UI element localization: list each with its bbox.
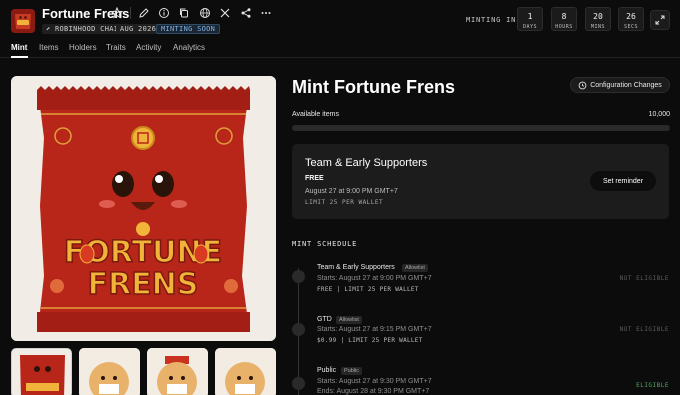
expand-icon [655,15,665,25]
countdown-unit: DAYS [522,24,538,30]
thumbnail-item[interactable] [79,348,140,395]
header-divider [130,7,131,19]
info-icon[interactable] [157,6,171,20]
mint-schedule-title: MINT SCHEDULE [292,240,358,248]
schedule-phase-name: Public [317,367,337,374]
share-icon[interactable] [239,6,253,20]
eligibility-status: ELIGIBLE [636,382,669,389]
chain-tag: ⬈ ROBINHOOD CHAIN [42,24,127,34]
countdown-days: 1 DAYS [517,7,543,31]
available-items-label: Available items [292,111,339,118]
schedule-phase-start: Starts: August 27 at 9:00 PM GMT+7 [317,275,432,282]
mint-title: Mint Fortune Frens [292,77,455,97]
schedule-phase-start: Starts: August 27 at 9:15 PM GMT+7 [317,326,432,333]
more-icon[interactable] [259,6,273,20]
thumbnail-item[interactable] [11,348,72,395]
schedule-phase-name: GTD [317,316,332,323]
schedule-phase-name: Team & Early Supporters [317,264,395,271]
collection-tabs: Mint Items Holders Traits Activity Analy… [0,40,680,58]
active-tab-indicator [11,56,28,58]
tab-mint[interactable]: Mint [11,43,27,52]
phase-title: Team & Early Supporters [305,157,428,169]
phase-price: FREE [305,175,324,182]
schedule-phase-end: Ends: August 28 at 9:30 PM GMT+7 [317,388,430,395]
available-items-value: 10,000 [648,111,670,118]
tab-analytics[interactable]: Analytics [173,43,205,52]
artwork-line2: FRENS [88,267,199,302]
schedule-phase-details: FREE | LIMIT 25 PER WALLET [317,286,419,293]
countdown-value: 20 [593,12,603,21]
countdown-value: 8 [561,12,567,21]
phase-limit: LIMIT 25 PER WALLET [305,199,384,206]
set-reminder-button[interactable]: Set reminder [590,171,656,191]
collection-header: Fortune Frens ⬈ ROBINHOOD CHAIN AUG 2026… [0,0,680,38]
countdown-mins: 20 MINS [585,7,611,31]
configuration-changes-label: Configuration Changes [590,81,662,89]
x-logo-icon[interactable] [218,6,232,20]
countdown-value: 26 [626,12,636,21]
countdown-unit: HOURS [555,24,573,30]
phase-type-badge: Allowlist [402,264,428,272]
countdown-unit: MINS [590,24,606,30]
phase-type-badge: Public [341,367,362,375]
schedule-phase-details: $0.99 | LIMIT 25 PER WALLET [317,337,423,344]
globe-icon[interactable] [198,6,212,20]
schedule-phase-start: Starts: August 27 at 9:30 PM GMT+7 [317,378,432,385]
configuration-changes-button[interactable]: Configuration Changes [570,77,670,93]
tab-holders[interactable]: Holders [69,43,97,52]
timeline-dot [292,377,305,390]
timeline-dot [292,323,305,336]
status-badge: MINTING SOON [156,24,221,34]
date-tag: AUG 2026 [116,24,161,34]
eligibility-status: NOT ELIGIBLE [619,275,669,282]
phase-type-badge: Allowlist [336,316,362,324]
minting-in-label: MINTING IN [466,16,517,24]
collection-main-image[interactable]: FORTUNE FRENS [11,76,276,341]
current-phase-card: Team & Early Supporters FREE August 27 a… [292,144,669,219]
chain-tag-label: ROBINHOOD CHAIN [55,25,123,33]
countdown-secs: 26 SECS [618,7,644,31]
phase-date: August 27 at 9:00 PM GMT+7 [305,188,398,195]
eligibility-status: NOT ELIGIBLE [619,326,669,333]
tab-activity[interactable]: Activity [136,43,161,52]
collection-logo[interactable] [11,9,35,33]
countdown-hours: 8 HOURS [551,7,577,31]
copy-icon[interactable] [177,6,191,20]
thumbnail-item[interactable] [147,348,208,395]
star-icon[interactable] [110,6,124,20]
timeline-dot [292,270,305,283]
expand-button[interactable] [650,10,670,30]
history-icon [578,81,587,89]
thumbnail-item[interactable] [215,348,276,395]
tab-traits[interactable]: Traits [106,43,126,52]
pencil-icon[interactable] [137,6,151,20]
mint-progress-bar [292,125,670,131]
countdown-unit: SECS [623,24,639,30]
countdown-value: 1 [527,12,533,21]
tab-items[interactable]: Items [39,43,59,52]
